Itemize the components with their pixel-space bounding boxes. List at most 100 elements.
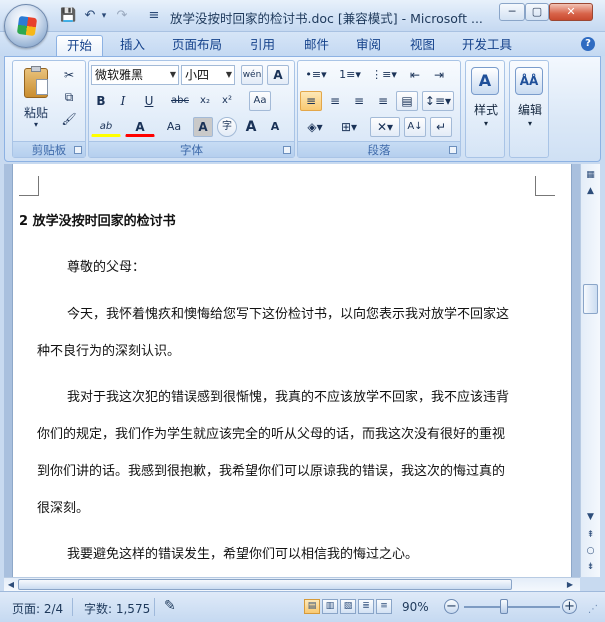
editing-label: 编辑 [517,103,542,117]
vertical-scrollbar[interactable]: ▦ ▲ ▼ ⇞ ○ ⇟ [580,164,600,577]
font-size-combo[interactable]: 小四 ▼ [181,65,235,85]
character-shading-button[interactable]: A [193,117,213,137]
clipboard-icon [24,66,48,98]
document-page[interactable]: 2 放学没按时回家的检讨书 尊敬的父母： 今天，我怀着愧疚和懊悔给您写下这份检讨… [12,164,572,577]
horizontal-scrollbar[interactable]: ◀ ▶ [4,577,580,591]
full-screen-reading-icon[interactable]: ▥ [322,599,338,614]
font-name-value: 微软雅黑 [95,68,144,82]
editing-group[interactable]: ÅÅ 编辑 ▾ [509,60,549,158]
tab-insert[interactable]: 插入 [110,35,155,56]
tab-developer[interactable]: 开发工具 [452,35,522,56]
office-button[interactable] [4,4,48,48]
subscript-button[interactable]: x₂ [195,91,215,111]
italic-button[interactable]: I [113,91,133,111]
chevron-down-icon: ▾ [483,119,488,128]
underline-button[interactable]: U [135,91,163,111]
increase-indent-icon[interactable]: ⇥ [428,65,450,85]
draft-view-icon[interactable]: ≡ [376,599,392,614]
font-color-button[interactable]: A [125,117,155,137]
close-button[interactable]: ✕ [549,3,593,21]
page-count[interactable]: 页面: 2/4 [12,600,63,617]
resize-grip-icon[interactable]: ⋰ [588,604,598,615]
paste-label: 粘贴 [23,106,48,120]
paragraph-group: •≡▾ 1≡▾ ⋮≡▾ ⇤ ⇥ ≡ ≡ ≡ ≡ ▤ ↕≡▾ ◈▾ ⊞▾ ✕▾ A… [297,60,461,158]
character-border-button[interactable]: A [267,65,289,85]
browse-object-icon[interactable]: ○ [583,544,598,559]
phonetic-guide-button[interactable]: wén [241,65,263,85]
paragraph-group-label: 段落 [298,141,460,157]
clipboard-launcher-icon[interactable] [74,146,82,154]
align-center-icon[interactable]: ≡ [324,91,346,111]
scroll-up-icon[interactable]: ▲ [583,184,598,199]
proofing-icon[interactable]: ✎ [164,598,176,614]
asian-layout-icon[interactable]: ✕▾ [370,117,400,137]
tab-references[interactable]: 引用 [240,35,285,56]
zoom-out-icon[interactable]: − [444,599,459,614]
enclose-characters-button[interactable]: 字 [217,117,237,137]
help-icon[interactable]: ? [581,37,595,51]
align-right-icon[interactable]: ≡ [348,91,370,111]
save-icon[interactable]: 💾 [60,8,76,24]
sort-icon[interactable]: A↓ [404,117,426,137]
font-name-combo[interactable]: 微软雅黑 ▼ [91,65,179,85]
show-marks-icon[interactable]: ↵ [430,117,452,137]
undo-dropdown-icon[interactable]: ▾ [96,8,112,24]
borders-icon[interactable]: ⊞▾ [334,117,364,137]
shading-icon[interactable]: ◈▾ [300,117,330,137]
word-count[interactable]: 字数: 1,575 [84,600,150,617]
minimize-button[interactable]: ─ [499,3,525,21]
outline-view-icon[interactable]: ≣ [358,599,374,614]
paragraph-line: 我要避免这样的错误发生，希望你们可以相信我的悔过之心。 [67,547,419,562]
ribbon-tab-row: 开始 插入 页面布局 引用 邮件 审阅 视图 开发工具 [0,32,605,56]
cut-icon[interactable]: ✂ [59,65,79,85]
bold-button[interactable]: B [91,91,111,111]
grow-font-button[interactable]: A [241,117,261,137]
ruler-toggle-icon[interactable]: ▦ [583,168,598,183]
copy-icon[interactable]: ⧉ [59,87,79,107]
clear-formatting-button[interactable]: Aa [249,91,271,111]
highlight-button[interactable]: ab [91,117,121,137]
styles-group[interactable]: A 样式 ▾ [465,60,505,158]
shrink-font-button[interactable]: A [265,117,285,137]
strikethrough-button[interactable]: abc [167,91,193,111]
zoom-level[interactable]: 90% [402,600,429,614]
redo-icon[interactable]: ↷ [114,8,130,24]
justify-icon[interactable]: ≡ [372,91,394,111]
tab-page-layout[interactable]: 页面布局 [162,35,232,56]
tab-review[interactable]: 审阅 [346,35,391,56]
print-layout-view-icon[interactable]: ▤ [304,599,320,614]
line-spacing-icon[interactable]: ↕≡▾ [422,91,454,111]
decrease-indent-icon[interactable]: ⇤ [404,65,426,85]
zoom-slider-thumb[interactable] [500,599,508,614]
previous-page-icon[interactable]: ⇞ [583,528,598,543]
paragraph-launcher-icon[interactable] [449,146,457,154]
divider [154,598,155,616]
web-layout-icon[interactable]: ▧ [340,599,356,614]
numbering-icon[interactable]: 1≡▾ [334,65,366,85]
zoom-in-icon[interactable]: + [562,599,577,614]
scroll-down-icon[interactable]: ▼ [583,510,598,525]
change-case-button[interactable]: Aa [159,117,189,137]
scroll-right-icon[interactable]: ▶ [564,578,576,591]
tab-mailings[interactable]: 邮件 [294,35,339,56]
maximize-button[interactable]: ▢ [525,3,549,21]
chevron-down-icon: ▾ [527,119,532,128]
scroll-left-icon[interactable]: ◀ [5,578,17,591]
next-page-icon[interactable]: ⇟ [583,560,598,575]
font-launcher-icon[interactable] [283,146,291,154]
tab-view[interactable]: 视图 [400,35,445,56]
align-left-icon[interactable]: ≡ [300,91,322,111]
paste-button[interactable]: 粘贴 ▾ [15,63,55,139]
zoom-slider-track[interactable] [464,606,560,608]
distributed-icon[interactable]: ▤ [396,91,418,111]
vertical-scroll-thumb[interactable] [583,284,598,314]
superscript-button[interactable]: x² [217,91,237,111]
bullets-icon[interactable]: •≡▾ [300,65,332,85]
multilevel-list-icon[interactable]: ⋮≡▾ [368,65,400,85]
editing-icon: ÅÅ [515,67,543,95]
font-size-value: 小四 [185,68,210,82]
horizontal-scroll-thumb[interactable] [18,579,512,590]
customize-qat-icon[interactable]: ≡ [146,8,162,24]
format-painter-icon[interactable]: 🖌 [59,109,79,129]
tab-home[interactable]: 开始 [56,35,104,56]
